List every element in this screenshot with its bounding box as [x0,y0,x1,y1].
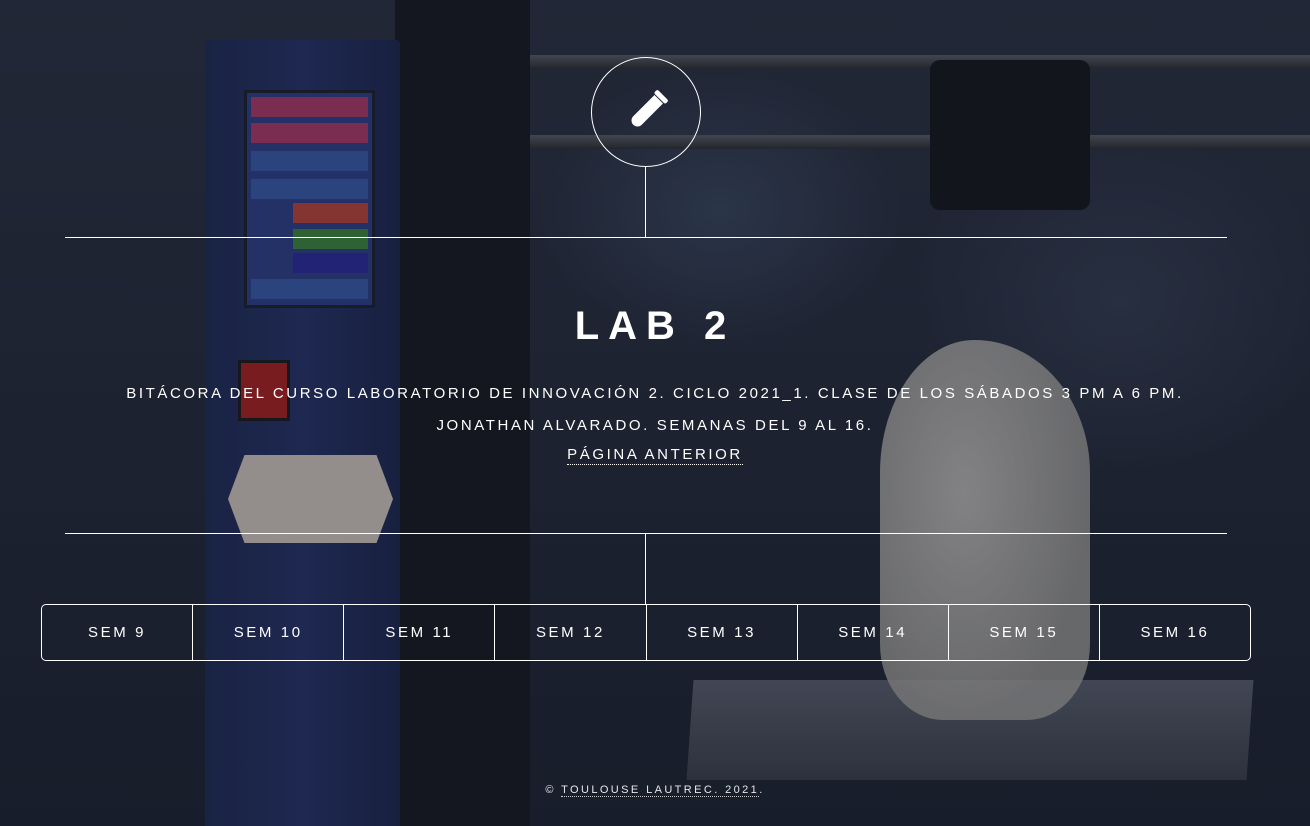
nav-item-sem-14[interactable]: SEM 14 [796,605,948,660]
description-line-1: BITÁCORA DEL CURSO LABORATORIO DE INNOVA… [126,385,1184,402]
header-icon-circle [591,57,701,167]
nav-item-sem-15[interactable]: SEM 15 [947,605,1099,660]
nav-item-sem-16[interactable]: SEM 16 [1098,605,1250,660]
divider-horizontal-bottom [65,533,1227,534]
nav-item-sem-12[interactable]: SEM 12 [494,605,645,660]
nav-item-sem-13[interactable]: SEM 13 [645,605,797,660]
divider-vertical-bottom [645,534,646,604]
page-title: LAB 2 [574,304,736,348]
week-navigation: SEM 9 SEM 10 SEM 11 SEM 12 SEM 13 SEM 14… [41,604,1251,661]
nav-item-sem-10[interactable]: SEM 10 [192,605,343,660]
test-tube-icon [631,90,668,127]
description-line-2: JONATHAN ALVARADO. SEMANAS DEL 9 AL 16. [436,417,874,434]
nav-item-sem-9[interactable]: SEM 9 [42,605,192,660]
previous-page-container: PÁGINA ANTERIOR [0,446,1310,465]
divider-vertical-top [645,166,646,238]
divider-horizontal-top [65,237,1227,238]
copyright-symbol: © [545,784,556,796]
previous-page-link[interactable]: PÁGINA ANTERIOR [567,446,743,465]
footer-period: . [759,784,765,796]
footer-link[interactable]: TOULOUSE LAUTREC. 2021 [561,784,760,797]
nav-item-sem-11[interactable]: SEM 11 [343,605,494,660]
page-description: BITÁCORA DEL CURSO LABORATORIO DE INNOVA… [80,378,1230,442]
footer: © TOULOUSE LAUTREC. 2021. [0,784,1310,797]
